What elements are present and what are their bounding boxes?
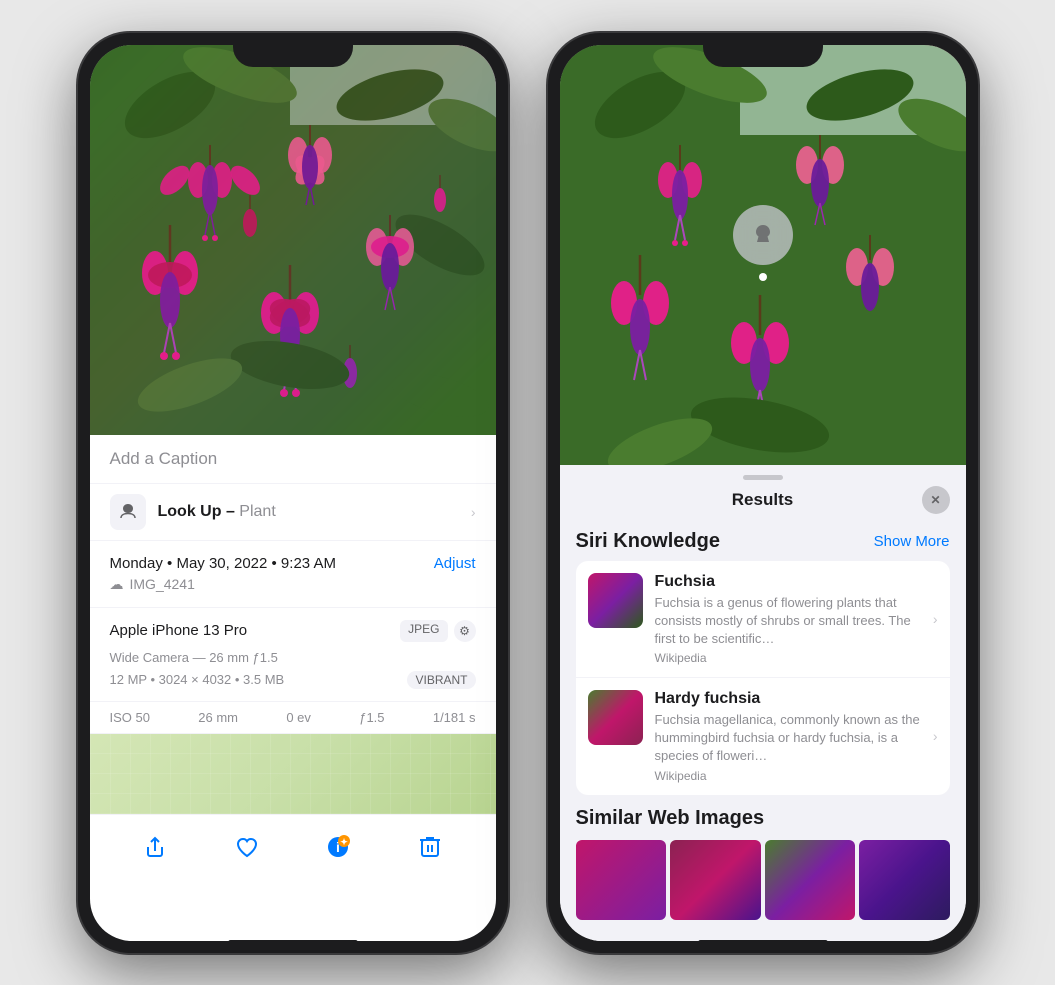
right-phone: Results ✕ Siri Knowledge Show More [548, 33, 978, 953]
similar-img-3[interactable] [765, 840, 856, 920]
toolbar: i ✦ [90, 814, 496, 887]
hardy-desc: Fuchsia magellanica, commonly known as t… [655, 711, 921, 766]
camera-badges: JPEG ⚙ [400, 620, 475, 642]
shutter-value: 1/181 s [433, 710, 476, 725]
cloud-icon: ☁ [110, 576, 124, 593]
hardy-source: Wikipedia [655, 769, 921, 783]
show-more-button[interactable]: Show More [874, 533, 950, 550]
adjust-button[interactable]: Adjust [434, 555, 476, 572]
svg-text:✦: ✦ [340, 837, 348, 847]
lookup-row[interactable]: Look Up – Plant › [90, 484, 496, 541]
sheet-header: Results ✕ [560, 480, 966, 518]
caption-field[interactable]: Add a Caption [90, 435, 496, 484]
knowledge-item-hardy[interactable]: Hardy fuchsia Fuchsia magellanica, commo… [576, 677, 950, 795]
lookup-icon [110, 494, 146, 530]
ev-value: 0 ev [286, 710, 311, 725]
map-section[interactable] [90, 734, 496, 814]
mp-spec: 12 MP • 3024 × 4032 • 3.5 MB [110, 672, 285, 687]
similar-img-2[interactable] [670, 840, 761, 920]
similar-section: Similar Web Images [560, 795, 966, 928]
similar-images-row [576, 840, 950, 920]
camera-model: Apple iPhone 13 Pro [110, 622, 248, 639]
photo-view-right [560, 45, 966, 465]
aperture-value: ƒ1.5 [359, 710, 384, 725]
knowledge-card: Fuchsia Fuchsia is a genus of flowering … [576, 561, 950, 795]
photo-view [90, 45, 496, 435]
camera-section: Apple iPhone 13 Pro JPEG ⚙ Wide Camera —… [90, 608, 496, 702]
hardy-thumb [588, 690, 643, 745]
phones-container: Add a Caption Look Up – Plant › Mon [78, 33, 978, 953]
siri-button[interactable] [733, 205, 793, 265]
sheet-title: Results [732, 490, 793, 510]
mm-value: 26 mm [198, 710, 238, 725]
info-button[interactable]: i ✦ [318, 827, 358, 867]
close-button[interactable]: ✕ [922, 486, 950, 514]
left-phone-inner: Add a Caption Look Up – Plant › Mon [90, 45, 496, 941]
vibrant-badge: VIBRANT [407, 671, 475, 689]
hardy-chevron: › [933, 728, 938, 744]
fuchsia-desc: Fuchsia is a genus of flowering plants t… [655, 594, 921, 649]
lookup-chevron: › [471, 504, 476, 520]
file-name: IMG_4241 [130, 576, 195, 592]
similar-img-1[interactable] [576, 840, 667, 920]
trash-button[interactable] [410, 827, 450, 867]
home-indicator-left [228, 940, 358, 945]
fuchsia-name: Fuchsia [655, 573, 921, 591]
exif-row: ISO 50 26 mm 0 ev ƒ1.5 1/181 s [90, 702, 496, 734]
date-section: Monday • May 30, 2022 • 9:23 AM Adjust ☁… [90, 541, 496, 608]
left-phone: Add a Caption Look Up – Plant › Mon [78, 33, 508, 953]
siri-knowledge-header: Siri Knowledge Show More [560, 518, 966, 561]
like-button[interactable] [227, 827, 267, 867]
siri-knowledge-title: Siri Knowledge [576, 530, 720, 553]
iso-value: ISO 50 [110, 710, 150, 725]
date-text: Monday • May 30, 2022 • 9:23 AM [110, 555, 336, 572]
siri-dot [759, 273, 767, 281]
right-phone-inner: Results ✕ Siri Knowledge Show More [560, 45, 966, 941]
similar-img-4[interactable] [859, 840, 950, 920]
format-badge: JPEG [400, 620, 447, 642]
results-sheet: Results ✕ Siri Knowledge Show More [560, 465, 966, 941]
hardy-name: Hardy fuchsia [655, 690, 921, 708]
camera-details: Wide Camera — 26 mm ƒ1.5 [110, 650, 476, 665]
gear-icon[interactable]: ⚙ [454, 620, 476, 642]
knowledge-item-fuchsia[interactable]: Fuchsia Fuchsia is a genus of flowering … [576, 561, 950, 678]
fuchsia-chevron: › [933, 611, 938, 627]
similar-title: Similar Web Images [576, 807, 950, 830]
home-indicator-right [698, 940, 828, 945]
fuchsia-source: Wikipedia [655, 651, 921, 665]
share-button[interactable] [135, 827, 175, 867]
fuchsia-thumb [588, 573, 643, 628]
